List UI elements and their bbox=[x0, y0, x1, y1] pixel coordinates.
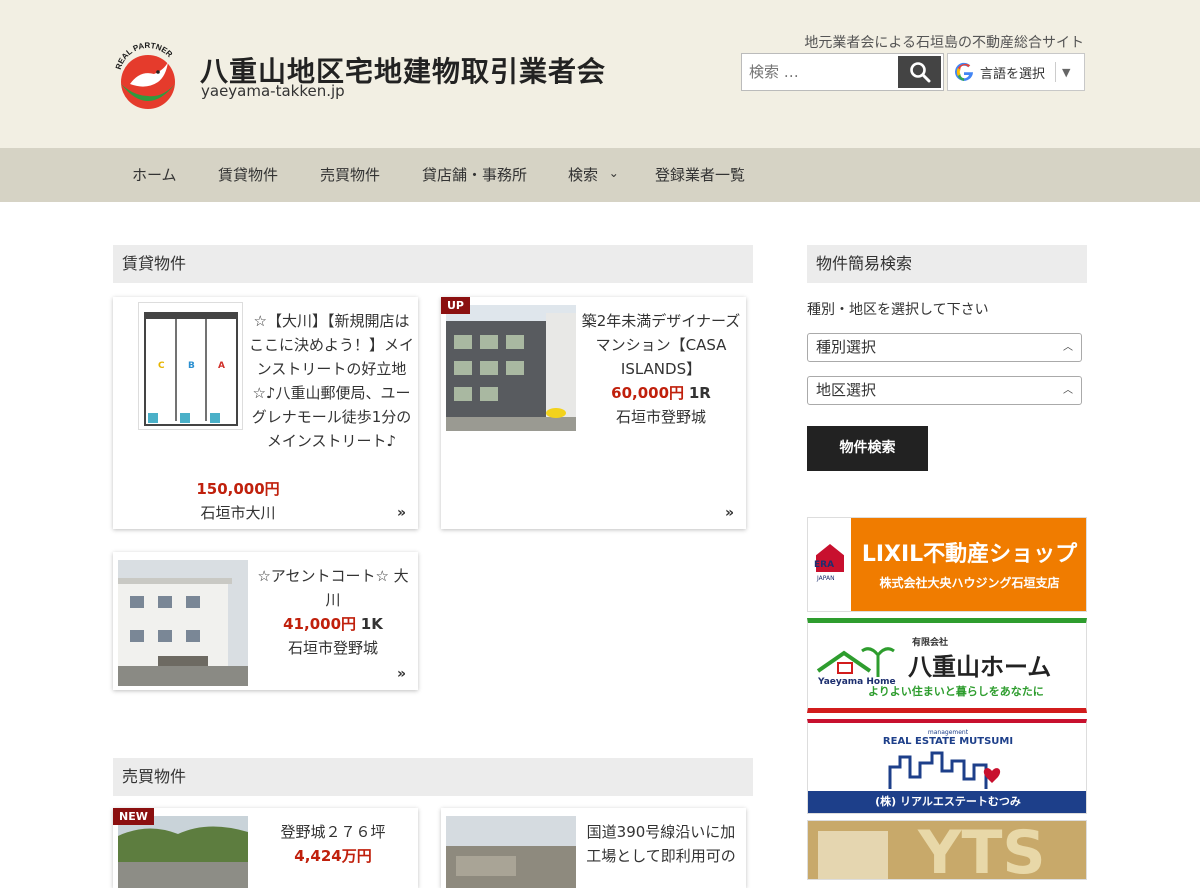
lixil-title: LIXIL不動産ショップ bbox=[861, 542, 1078, 567]
property-search-button[interactable]: 物件検索 bbox=[807, 426, 928, 471]
sidebar: 物件簡易検索 種別・地区を選択して下さい 種別選択 ︿ 地区選択 ︿ 物件検索 … bbox=[807, 245, 1087, 880]
room-layout: 1K bbox=[360, 615, 383, 633]
era-logo: ERA JAPAN bbox=[808, 518, 851, 611]
search-form bbox=[741, 53, 944, 91]
logo-icon[interactable]: REAL PARTNER bbox=[112, 40, 184, 112]
property-image[interactable] bbox=[446, 816, 576, 888]
property-card[interactable]: UP 築2年未満デザイナーズマンション【CASA ISLANDS】 60,000… bbox=[441, 297, 746, 529]
nav-search-label: 検索 bbox=[568, 166, 599, 184]
yaeyama-home-title: 八重山ホーム bbox=[908, 653, 1052, 681]
chevron-down-icon: ︿ bbox=[1063, 342, 1073, 353]
divider bbox=[1055, 62, 1057, 82]
property-card[interactable]: 国道390号線沿いに加工場として即利用可の bbox=[441, 808, 746, 888]
property-card[interactable]: NEW 登野城２７６坪 4,424万円 bbox=[113, 808, 418, 888]
main-content: 賃貸物件 C B A ☆【大川】【新規開店はここに決めよう！】メインストリートの… bbox=[113, 245, 753, 888]
lixil-subtitle: 株式会社大央ハウジング石垣支店 bbox=[879, 576, 1060, 590]
floorplan-label-c: C bbox=[158, 361, 165, 371]
nav-item-rental[interactable]: 賃貸物件 bbox=[218, 148, 278, 202]
language-selector[interactable]: 言語を選択 ▼ bbox=[947, 53, 1085, 91]
chevron-down-icon: ︿ bbox=[1063, 385, 1073, 396]
nav-item-agents[interactable]: 登録業者一覧 bbox=[655, 148, 745, 202]
property-image[interactable] bbox=[118, 560, 248, 686]
more-arrow-icon[interactable]: » bbox=[397, 505, 406, 521]
property-image[interactable] bbox=[118, 816, 248, 888]
room-layout: 1R bbox=[688, 384, 711, 402]
type-select-value: 種別選択 bbox=[816, 338, 877, 356]
city-skyline-icon bbox=[888, 751, 1001, 789]
property-price: 150,000円 bbox=[113, 477, 363, 501]
up-badge: UP bbox=[441, 297, 470, 314]
property-location: 石垣市登野城 bbox=[615, 408, 706, 426]
banner-yaeyama-home[interactable]: Yaeyama Home 有限会社 八重山ホーム よりよい住まいと暮らしをあなた… bbox=[807, 618, 1087, 713]
type-select[interactable]: 種別選択 ︿ bbox=[807, 333, 1082, 362]
price-value: 60,000円 bbox=[611, 384, 685, 402]
property-card[interactable]: ☆アセントコート☆ 大川 41,000円 1K 石垣市登野城 » bbox=[113, 552, 418, 690]
yts-title: YTS bbox=[918, 820, 1046, 880]
banner-lixil[interactable]: ERA JAPAN LIXIL不動産ショップ 株式会社大央ハウジング石垣支店 bbox=[807, 517, 1087, 612]
lixil-panel: LIXIL不動産ショップ 株式会社大央ハウジング石垣支店 bbox=[851, 518, 1086, 611]
nav-item-search[interactable]: 検索 ⌄ bbox=[568, 148, 619, 202]
price-value: 41,000円 bbox=[283, 615, 357, 633]
mutsumi-title: REAL ESTATE MUTSUMI bbox=[882, 736, 1014, 747]
chevron-down-icon: ▼ bbox=[1062, 65, 1071, 79]
language-label: 言語を選択 bbox=[980, 66, 1046, 82]
banner-mutsumi[interactable]: management REAL ESTATE MUTSUMI (株) リアルエス… bbox=[807, 719, 1087, 814]
price-value: 150,000円 bbox=[196, 480, 280, 498]
nav-item-shops-offices[interactable]: 貸店舗・事務所 bbox=[422, 148, 527, 202]
building-photo bbox=[446, 305, 576, 431]
era-badge-sub: JAPAN bbox=[817, 575, 835, 582]
search-input[interactable] bbox=[742, 54, 900, 90]
floorplan-label-a: A bbox=[218, 361, 225, 371]
area-select[interactable]: 地区選択 ︿ bbox=[807, 376, 1082, 405]
new-badge: NEW bbox=[113, 808, 154, 825]
search-icon bbox=[909, 62, 930, 83]
property-title[interactable]: 国道390号線沿いに加工場として即利用可の bbox=[581, 820, 741, 868]
apartment-photo bbox=[118, 560, 248, 686]
mutsumi-subtitle: (株) リアルエステートむつみ bbox=[808, 791, 1086, 813]
more-arrow-icon[interactable]: » bbox=[397, 666, 406, 682]
property-title[interactable]: ☆【大川】【新規開店はここに決めよう！】メインストリートの好立地☆♪八重山郵便局… bbox=[249, 309, 414, 453]
property-location: 石垣市登野城 bbox=[287, 639, 378, 657]
property-image[interactable] bbox=[446, 305, 576, 431]
chevron-down-icon: ⌄ bbox=[608, 166, 619, 180]
nav-item-home[interactable]: ホーム bbox=[132, 148, 177, 202]
property-title[interactable]: 登野城２７６坪 bbox=[253, 820, 413, 844]
floorplan-image[interactable]: C B A bbox=[138, 302, 243, 430]
banner-yts[interactable]: YTS bbox=[807, 820, 1087, 880]
property-location: 石垣市大川 bbox=[200, 504, 276, 522]
floorplan-label-b: B bbox=[188, 361, 195, 371]
site-tagline: 地元業者会による石垣島の不動産総合サイト bbox=[804, 35, 1084, 51]
quick-search-instruction: 種別・地区を選択して下さい bbox=[807, 302, 989, 318]
property-title[interactable]: ☆アセントコート☆ 大川 bbox=[253, 564, 413, 612]
more-arrow-icon[interactable]: » bbox=[725, 505, 734, 521]
sale-heading: 売買物件 bbox=[113, 758, 753, 796]
google-icon bbox=[955, 62, 973, 81]
main-nav: ホーム 賃貸物件 売買物件 貸店舗・事務所 検索 ⌄ 登録業者一覧 bbox=[0, 148, 1200, 202]
land-photo bbox=[118, 816, 248, 888]
search-button[interactable] bbox=[898, 56, 941, 88]
era-badge: ERA bbox=[814, 560, 835, 570]
yaeyama-home-slogan: よりよい住まいと暮らしをあなたに bbox=[868, 685, 1044, 698]
yts-logo-mark bbox=[818, 831, 888, 879]
price-value: 4,424万円 bbox=[294, 847, 372, 865]
property-price: 41,000円 1K bbox=[253, 612, 413, 636]
site-header: REAL PARTNER 八重山地区宅地建物取引業者会 yaeyama-takk… bbox=[0, 0, 1200, 148]
property-title[interactable]: 築2年未満デザイナーズマンション【CASA ISLANDS】 bbox=[581, 309, 741, 381]
property-card[interactable]: C B A ☆【大川】【新規開店はここに決めよう！】メインストリートの好立地☆♪… bbox=[113, 297, 418, 529]
property-price: 4,424万円 bbox=[253, 844, 413, 868]
property-price: 60,000円 1R bbox=[581, 381, 741, 405]
warehouse-photo bbox=[446, 816, 576, 888]
site-url: yaeyama-takken.jp bbox=[201, 82, 345, 100]
rental-heading: 賃貸物件 bbox=[113, 245, 753, 283]
nav-item-sale[interactable]: 売買物件 bbox=[320, 148, 380, 202]
mutsumi-management: management bbox=[927, 729, 969, 736]
area-select-value: 地区選択 bbox=[816, 381, 877, 399]
floorplan-drawing: C B A bbox=[144, 312, 238, 426]
quick-search-heading: 物件簡易検索 bbox=[807, 245, 1087, 283]
